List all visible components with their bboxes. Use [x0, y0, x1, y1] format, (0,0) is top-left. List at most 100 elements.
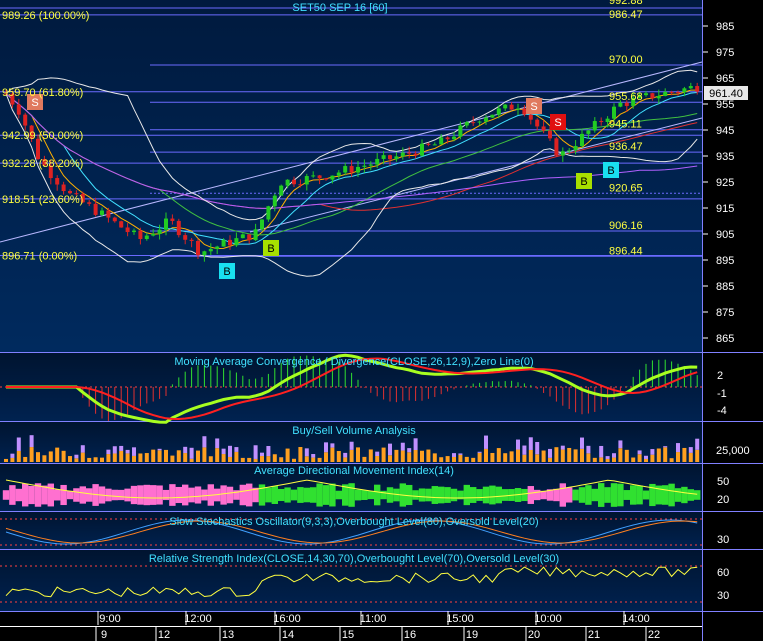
- candle-body: [304, 176, 309, 185]
- candle-body: [266, 206, 271, 220]
- volume-bar-buy: [42, 455, 47, 462]
- volume-bar-buy: [317, 457, 322, 462]
- date-label: 12: [158, 629, 170, 641]
- volume-bar-buy: [304, 456, 309, 462]
- volume-bar-buy: [407, 452, 412, 462]
- adx-dmi-bar: [438, 486, 445, 504]
- y-tick-label: 895: [716, 255, 734, 267]
- volume-bar-sell: [528, 437, 533, 450]
- volume-bar-sell: [618, 440, 623, 449]
- y-tick-label: 965: [716, 73, 734, 85]
- adx-dmi-bar: [156, 485, 163, 505]
- level-label: 936.47: [609, 141, 643, 153]
- adx-dmi-bar: [694, 490, 701, 500]
- date-label: 15: [342, 629, 354, 641]
- candle-body: [125, 227, 130, 233]
- candle-body: [362, 165, 367, 167]
- level-label: 970.00: [609, 54, 643, 66]
- volume-bar-buy: [260, 456, 264, 462]
- adx-dmi-bar: [86, 488, 93, 502]
- volume-bar-sell: [452, 453, 456, 457]
- volume-bar-buy: [10, 457, 15, 462]
- adx-dmi-bar: [636, 485, 643, 505]
- stochastic-title: Slow Stochastics Oscillator(9,3,3),Overb…: [169, 516, 538, 528]
- candle-body: [592, 121, 597, 131]
- candle-body: [260, 219, 264, 230]
- volume-bar-buy: [112, 453, 117, 462]
- adx-dmi-bar: [329, 483, 336, 507]
- adx-dmi-bar: [79, 486, 86, 504]
- adx-dmi-bar: [137, 485, 144, 505]
- candle-body: [349, 166, 354, 173]
- candle-body: [676, 92, 680, 94]
- volume-bar-buy: [413, 449, 418, 462]
- adx-dmi-bar: [470, 487, 477, 503]
- candle-body: [279, 185, 284, 196]
- adx-dmi-bar: [162, 489, 170, 501]
- volume-bar-sell: [477, 451, 482, 453]
- signal-label: S: [31, 97, 38, 109]
- candle-body: [234, 238, 239, 246]
- level-label: 955.68: [609, 91, 643, 103]
- volume-bar-sell: [535, 441, 540, 455]
- volume-bar-sell: [560, 445, 565, 450]
- volume-bar-sell: [484, 435, 488, 449]
- volume-bar-buy: [4, 458, 8, 462]
- volume-bar-sell: [516, 439, 520, 450]
- signal-label: B: [223, 266, 230, 278]
- candle-body: [196, 240, 200, 256]
- adx-dmi-bar: [553, 488, 560, 502]
- volume-bar-buy: [279, 457, 284, 462]
- volume-bar-sell: [407, 448, 412, 453]
- adx-dmi-bar: [297, 487, 304, 503]
- fib-label: 959.70 (61.80%): [2, 87, 83, 99]
- candle-body: [554, 138, 559, 156]
- volume-bar-buy: [240, 457, 245, 462]
- adx-dmi-bar: [681, 486, 688, 504]
- volume-bar-buy: [548, 457, 552, 462]
- volume-bar-buy: [247, 457, 252, 462]
- candle-body: [100, 210, 104, 215]
- adx-dmi-bar: [271, 486, 278, 504]
- candle-body: [452, 136, 456, 140]
- adx-dmi-bar: [201, 489, 208, 501]
- chart-title: SET50 SEP 16 [60]: [292, 2, 387, 14]
- volume-bar-buy: [215, 448, 220, 462]
- candle-body: [426, 143, 431, 145]
- volume-bar-buy: [106, 454, 111, 462]
- candle-body: [221, 239, 226, 247]
- candle-body: [176, 220, 181, 236]
- volume-bar-buy: [61, 450, 66, 462]
- candle-body: [356, 166, 360, 173]
- volume-bar-sell: [80, 445, 85, 453]
- volume-bar-sell: [599, 445, 604, 458]
- volume-bar-sell: [330, 443, 335, 448]
- volume-bar-buy: [695, 449, 700, 462]
- volume-bar-sell: [215, 438, 220, 449]
- adx-dmi-bar: [303, 487, 310, 503]
- volume-bar-buy: [68, 456, 72, 462]
- adx-dmi-bar: [630, 485, 637, 505]
- level-label: 920.65: [609, 182, 643, 194]
- adx-dmi-bar: [15, 488, 22, 502]
- volume-bar-buy: [580, 448, 584, 462]
- volume-bar-sell: [343, 452, 348, 458]
- candle-body: [445, 137, 450, 140]
- adx-dmi-bar: [2, 490, 10, 500]
- candle-body: [272, 195, 277, 207]
- adx-dmi-bar: [348, 483, 355, 507]
- adx-dmi-bar: [527, 486, 534, 504]
- candle-body: [407, 152, 412, 154]
- time-label: 12:00: [184, 613, 212, 625]
- candle-body: [688, 86, 693, 89]
- candle-body: [144, 235, 149, 240]
- candle-body: [23, 114, 28, 126]
- volume-bar-sell: [304, 448, 309, 457]
- volume-bar-buy: [516, 449, 520, 462]
- adx-dmi-bar: [175, 486, 182, 504]
- volume-bar-buy: [432, 453, 437, 462]
- volume-bar-buy: [618, 448, 623, 462]
- volume-bar-buy: [324, 452, 328, 462]
- volume-bar-buy: [599, 457, 604, 462]
- volume-bar-buy: [100, 457, 104, 462]
